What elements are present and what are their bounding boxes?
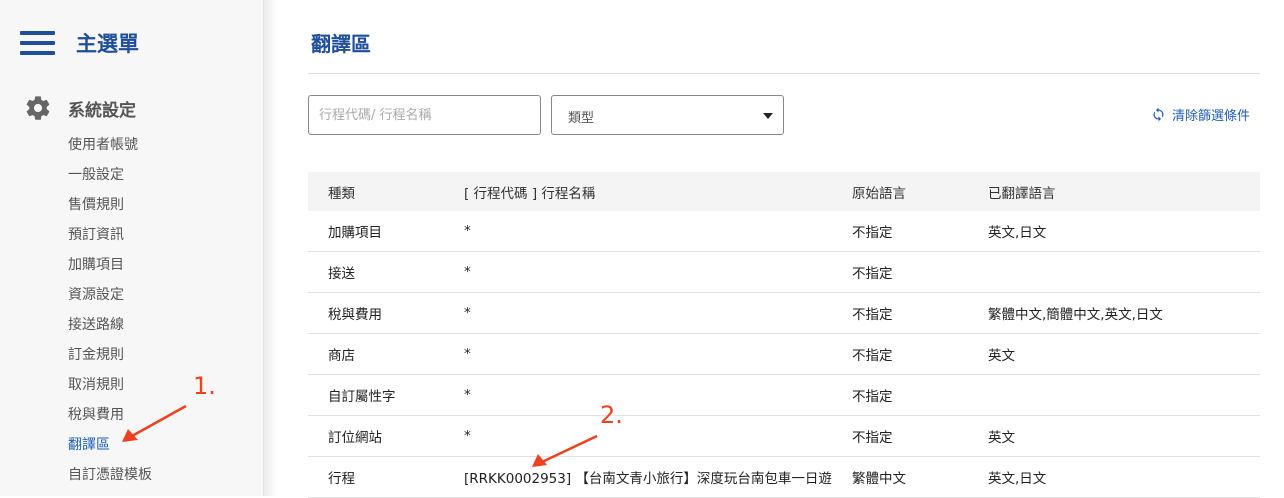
refresh-icon	[1153, 107, 1164, 122]
type-select-value: 類型	[568, 111, 595, 126]
cell-source-language: 繁體中文	[852, 471, 906, 487]
hamburger-menu-icon[interactable]	[20, 31, 55, 55]
menu-header: 主選單	[20, 28, 139, 58]
cell-type: 商店	[328, 348, 355, 364]
cell-type: 稅與費用	[328, 307, 382, 323]
sidebar-item-translation[interactable]: 翻譯區	[68, 430, 152, 460]
sidebar-item-deposit-rules[interactable]: 訂金規則	[68, 340, 152, 370]
cell-translated-languages: 英文,日文	[988, 225, 1047, 241]
type-select[interactable]: 類型	[551, 95, 784, 135]
settings-group-title: 系統設定	[68, 100, 136, 121]
cell-type: 加購項目	[328, 225, 382, 241]
cell-translated-languages: 英文	[988, 430, 1015, 446]
cell-translated-languages: 英文,日文	[988, 471, 1047, 487]
cell-source-language: 不指定	[852, 389, 893, 405]
cell-tour: *	[464, 223, 471, 239]
cell-source-language: 不指定	[852, 430, 893, 446]
sidebar-item-user-accounts[interactable]: 使用者帳號	[68, 130, 152, 160]
title-divider	[308, 73, 1260, 74]
table-row[interactable]: 接送 * 不指定	[308, 252, 1260, 293]
cell-tour: *	[464, 387, 471, 403]
chevron-down-icon	[763, 113, 773, 119]
menu-title: 主選單	[76, 32, 139, 56]
annotation-label-1: 1.	[193, 372, 216, 400]
cell-type: 自訂屬性字	[328, 389, 396, 405]
cell-source-language: 不指定	[852, 348, 893, 364]
sidebar-item-cancellation-rules[interactable]: 取消規則	[68, 370, 152, 400]
table-row[interactable]: 稅與費用 * 不指定 繁體中文,簡體中文,英文,日文	[308, 293, 1260, 334]
cell-tour: [RRKK0002953] 【台南文青小旅行】深度玩台南包車一日遊	[464, 471, 832, 487]
sidebar-item-add-ons[interactable]: 加購項目	[68, 250, 152, 280]
table-row[interactable]: 商店 * 不指定 英文	[308, 334, 1260, 375]
cell-tour: *	[464, 428, 471, 444]
clear-filters-label: 清除篩選條件	[1171, 109, 1250, 124]
column-header-translated-languages: 已翻譯語言	[988, 185, 1056, 202]
table-row[interactable]: 加購項目 * 不指定 英文,日文	[308, 211, 1260, 252]
sidebar-item-pickup-routes[interactable]: 接送路線	[68, 310, 152, 340]
column-header-type: 種類	[328, 185, 355, 202]
cell-source-language: 不指定	[852, 307, 893, 323]
gear-icon	[26, 96, 50, 120]
sidebar: 主選單 系統設定 使用者帳號 一般設定 售價規則 預訂資訊 加購項目 資源設定 …	[0, 0, 264, 496]
translation-table: 種類 [ 行程代碼 ] 行程名稱 原始語言 已翻譯語言 加購項目 * 不指定 英…	[308, 172, 1260, 498]
cell-source-language: 不指定	[852, 225, 893, 241]
sidebar-shadow	[264, 0, 278, 496]
clear-filters-button[interactable]: 清除篩選條件	[1151, 105, 1250, 124]
page-title: 翻譯區	[311, 32, 371, 56]
search-input[interactable]	[308, 95, 541, 135]
sidebar-item-taxes-fees[interactable]: 稅與費用	[68, 400, 152, 430]
settings-nav: 使用者帳號 一般設定 售價規則 預訂資訊 加購項目 資源設定 接送路線 訂金規則…	[68, 130, 152, 490]
column-header-tour: [ 行程代碼 ] 行程名稱	[464, 185, 596, 202]
cell-type: 行程	[328, 471, 355, 487]
cell-tour: *	[464, 346, 471, 362]
sidebar-item-pricing-rules[interactable]: 售價規則	[68, 190, 152, 220]
cell-translated-languages: 繁體中文,簡體中文,英文,日文	[988, 307, 1163, 323]
cell-tour: *	[464, 305, 471, 321]
cell-type: 訂位網站	[328, 430, 382, 446]
table-header: 種類 [ 行程代碼 ] 行程名稱 原始語言 已翻譯語言	[308, 172, 1260, 211]
cell-translated-languages: 英文	[988, 348, 1015, 364]
table-row[interactable]: 自訂屬性字 * 不指定	[308, 375, 1260, 416]
table-row[interactable]: 訂位網站 * 不指定 英文	[308, 416, 1260, 457]
cell-source-language: 不指定	[852, 266, 893, 282]
table-row[interactable]: 行程 [RRKK0002953] 【台南文青小旅行】深度玩台南包車一日遊 繁體中…	[308, 457, 1260, 498]
cell-tour: *	[464, 264, 471, 280]
column-header-source-language: 原始語言	[852, 185, 906, 202]
sidebar-item-booking-info[interactable]: 預訂資訊	[68, 220, 152, 250]
settings-group-header[interactable]: 系統設定	[24, 94, 136, 122]
annotation-label-2: 2.	[600, 401, 623, 429]
sidebar-item-voucher-templates[interactable]: 自訂憑證模板	[68, 460, 152, 490]
cell-type: 接送	[328, 266, 355, 282]
sidebar-item-general-settings[interactable]: 一般設定	[68, 160, 152, 190]
sidebar-item-resources[interactable]: 資源設定	[68, 280, 152, 310]
